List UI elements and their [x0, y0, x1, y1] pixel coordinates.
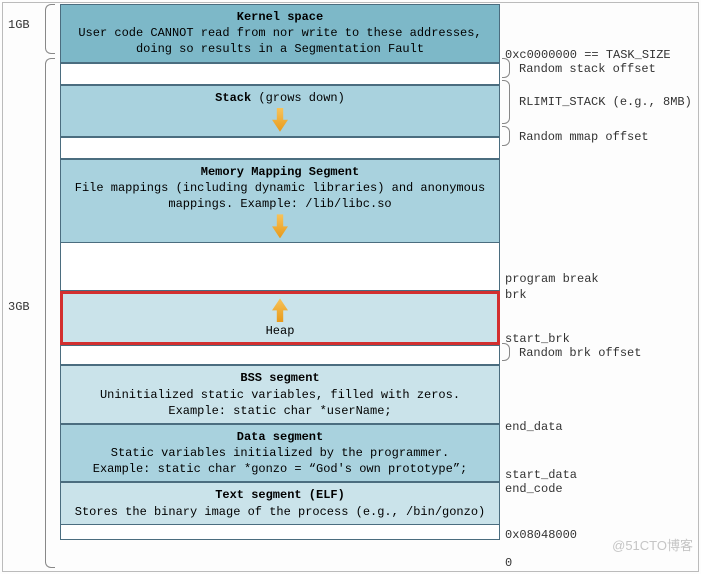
label-prog-break: program break — [505, 272, 599, 286]
label-end-code: end_code — [505, 482, 563, 496]
kernel-title: Kernel space — [67, 9, 493, 25]
label-addr: 0x08048000 — [505, 528, 577, 542]
arrow-down-icon — [272, 108, 288, 132]
label-zero: 0 — [505, 556, 512, 570]
stack-note: (grows down) — [258, 91, 344, 105]
label-rlimit: RLIMIT_STACK (e.g., 8MB) — [519, 95, 692, 109]
rbrace-stack — [502, 58, 510, 78]
label-task-size: 0xc0000000 == TASK_SIZE — [505, 48, 671, 62]
stack-title: Stack — [215, 91, 251, 105]
label-end-data: end_data — [505, 420, 563, 434]
brace-3gb — [45, 58, 55, 568]
data-segment: Data segment Static variables initialize… — [60, 424, 500, 483]
gap-brk-offset — [60, 345, 500, 365]
data-title: Data segment — [67, 429, 493, 445]
mmap-title: Memory Mapping Segment — [67, 164, 493, 180]
bss-segment: BSS segment Uninitialized static variabl… — [60, 365, 500, 424]
rbrace-rlimit — [502, 80, 510, 124]
data-desc: Static variables initialized by the prog… — [67, 445, 493, 461]
bss-title: BSS segment — [67, 370, 493, 386]
label-rand-stack: Random stack offset — [519, 62, 656, 76]
heap-title: Heap — [63, 324, 497, 342]
label-rand-brk: Random brk offset — [519, 346, 641, 360]
text-segment: Text segment (ELF) Stores the binary ima… — [60, 482, 500, 524]
text-desc: Stores the binary image of the process (… — [67, 504, 493, 520]
rbrace-mmap — [502, 126, 510, 146]
label-start-data: start_data — [505, 468, 577, 482]
rbrace-brk — [502, 343, 510, 361]
mmap-segment: Memory Mapping Segment File mappings (in… — [60, 159, 500, 244]
gap-bottom — [60, 525, 500, 540]
label-brk: brk — [505, 288, 527, 302]
size-1gb: 1GB — [8, 18, 30, 32]
size-3gb: 3GB — [8, 300, 30, 314]
label-start-brk: start_brk — [505, 332, 570, 346]
heap-segment: Heap — [60, 291, 500, 345]
label-rand-mmap: Random mmap offset — [519, 130, 649, 144]
arrow-down-icon — [272, 214, 288, 238]
mmap-desc: File mappings (including dynamic librari… — [67, 180, 493, 212]
arrow-up-icon — [272, 298, 288, 322]
gap-mmap-offset — [60, 137, 500, 159]
kernel-segment: Kernel space User code CANNOT read from … — [60, 4, 500, 63]
gap-large — [60, 243, 500, 291]
stack-segment: Stack (grows down) — [60, 85, 500, 137]
data-example: Example: static char *gonzo = “God's own… — [67, 461, 493, 477]
text-title: Text segment (ELF) — [67, 487, 493, 503]
gap-stack-offset — [60, 63, 500, 85]
brace-1gb — [45, 4, 55, 54]
bss-example: Example: static char *userName; — [67, 403, 493, 419]
watermark: @51CTO博客 — [612, 535, 693, 554]
bss-desc: Uninitialized static variables, filled w… — [67, 387, 493, 403]
kernel-desc: User code CANNOT read from nor write to … — [67, 25, 493, 57]
